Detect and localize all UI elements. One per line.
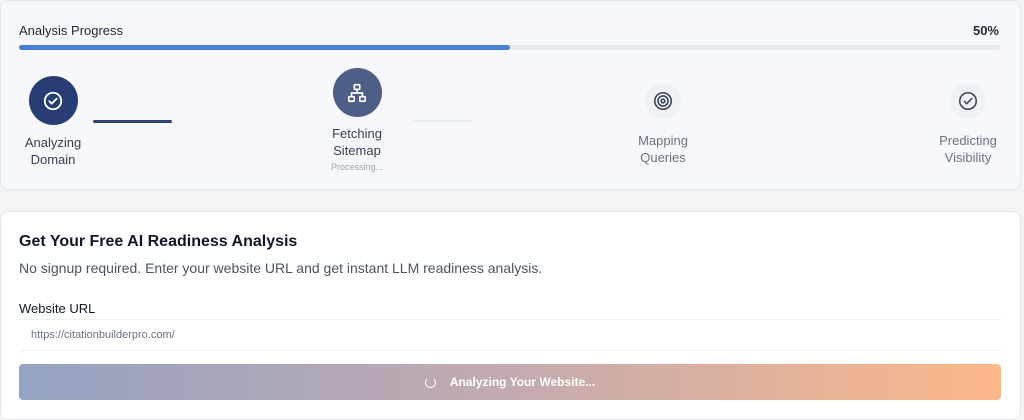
step-active-circle (332, 68, 382, 117)
analyze-button[interactable]: Analyzing Your Website... (19, 364, 1001, 400)
step-label-line1: Analyzing (24, 135, 82, 150)
analysis-progress-card: Analysis Progress 50% Analyzing Domain F… (0, 0, 1021, 190)
analyze-button-label: Analyzing Your Website... (449, 375, 596, 389)
step-label-line2: Domain (30, 152, 76, 167)
step-predicting-visibility: Predicting Visibility (923, 83, 1013, 166)
form-subtitle: No signup required. Enter your website U… (19, 260, 543, 276)
step-connector-pending (413, 120, 473, 122)
step-label-line2: Sitemap (333, 143, 381, 158)
step-analyzing-domain: Analyzing Domain (9, 76, 97, 168)
check-circle-icon (43, 91, 63, 110)
sitemap-icon (347, 83, 367, 102)
step-connector-completed (93, 120, 172, 123)
progress-bar-fill (19, 45, 510, 50)
analysis-form-card: Get Your Free AI Readiness Analysis No s… (0, 211, 1021, 420)
step-pending-circle (645, 83, 681, 119)
step-label-line2: Queries (640, 150, 686, 165)
step-label-line2: Visibility (944, 150, 992, 165)
step-label-line1: Predicting (939, 133, 997, 148)
step-label-line1: Fetching (332, 126, 382, 141)
check-circle-icon (958, 91, 978, 111)
progress-bar (19, 45, 1001, 50)
progress-label: Analysis Progress (19, 23, 124, 38)
form-title: Get Your Free AI Readiness Analysis (19, 233, 298, 250)
step-fetching-sitemap: Fetching Sitemap Processing... (313, 68, 401, 172)
website-url-input[interactable] (19, 319, 1001, 351)
step-completed-circle (28, 76, 78, 125)
step-mapping-queries: Mapping Queries (619, 83, 707, 166)
website-url-label: Website URL (19, 301, 96, 316)
progress-percent: 50% (972, 23, 999, 38)
step-status-text: Processing... (330, 162, 384, 172)
spinner-icon (424, 376, 436, 388)
step-pending-circle (950, 83, 986, 119)
target-icon (653, 91, 673, 111)
step-label-line1: Mapping (638, 133, 688, 148)
